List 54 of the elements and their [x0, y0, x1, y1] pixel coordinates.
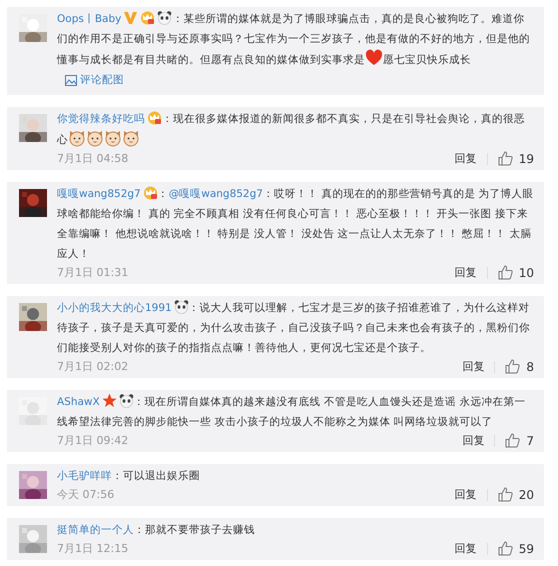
- thumbs-up-icon: [505, 359, 520, 374]
- comment-text: AShawX ：现在所谓自媒体真的越来越没有底线 不管是吃人血馒头还是造谣 永远冲在第一线希望法律完善的脚步能快一些 攻击小孩子的垃圾人不能称之为媒体 叫网络垃圾就可以了: [57, 392, 534, 432]
- username-link[interactable]: 小小的我大大的心1991: [57, 302, 172, 314]
- comment-time: 7月1日 02:02: [57, 359, 130, 374]
- like-button[interactable]: 10: [498, 265, 534, 280]
- username-link[interactable]: AShawX: [57, 396, 100, 408]
- star-icon: [102, 392, 117, 408]
- username-link[interactable]: 你觉得辣条好吃吗: [57, 112, 145, 124]
- heart-icon: [365, 49, 383, 67]
- crown-badge-icon: [147, 110, 162, 124]
- panda-icon: [157, 10, 172, 25]
- like-button[interactable]: 20: [498, 487, 534, 502]
- reply-link[interactable]: 回复: [462, 433, 484, 448]
- comment-text: 你觉得辣条好吃吗 ：现在很多媒体报道的新闻很多都不真实，只是在引导社会舆论，真的很恶心: [57, 108, 534, 150]
- comment-text: 小小的我大大的心1991 ：说大人我可以理解，七宝才是三岁的孩子招谁惹谁了，为什么这样对待孩子，孩子是天真可爱的，为什么攻击孩子，自己没孩子吗？自己未来也会有孩子的，黑粉们你们能接受别人对你的孩子的指指点点嘛！善待他人，更何况七宝还是个孩子。: [57, 298, 534, 358]
- comment-text: 小毛驴咩咩：可以退出娱乐圈: [57, 468, 201, 484]
- reply-link[interactable]: 回复: [454, 265, 477, 280]
- thumbs-up-icon: [498, 151, 513, 166]
- like-button[interactable]: 59: [498, 541, 534, 556]
- reply-link[interactable]: 回复: [454, 151, 477, 166]
- username-link[interactable]: Oops丨Baby: [57, 13, 122, 25]
- crown-badge-icon: [140, 10, 156, 25]
- comment-text: 嘎嘎wang852g7 ：@嘎嘎wang852g7：哎呀！！ 真的现在的的那些营销号真的是 为了博人眼球啥都能给你编！ 真的 完全不顾真相 没有任何良心可言！！ 恶心至极！！！ 开头一张图 接下来全靠编嘛！ 他想说啥就说啥！！ 特别是 没人管！ 没处告 这一点让人太无奈了！！ 憋屈！！ 太膈应人！: [57, 184, 534, 264]
- reply-link[interactable]: 回复: [454, 487, 477, 502]
- comment-time: 7月1日 04:58: [57, 151, 130, 166]
- thumbs-up-icon: [505, 433, 520, 448]
- like-button[interactable]: 19: [498, 151, 534, 166]
- panda-icon: [118, 392, 134, 408]
- comment-time: 7月1日 01:31: [57, 265, 130, 280]
- verified-badge-icon: [123, 10, 138, 25]
- reply-link[interactable]: 回复: [462, 359, 484, 374]
- comment-time: 7月1日 12:15: [57, 541, 130, 556]
- like-button[interactable]: 7: [505, 433, 534, 448]
- cat-face-icon: [68, 128, 86, 146]
- cat-face-icon: [104, 128, 122, 146]
- thumbs-up-icon: [498, 487, 513, 502]
- crown-badge-icon: [142, 184, 158, 200]
- cat-face-icon: [86, 128, 104, 146]
- comment-text: 挺简单的一个人：那就不要带孩子去赚钱: [57, 522, 256, 538]
- like-button[interactable]: 8: [505, 359, 534, 374]
- comment-time: 今天 07:56: [57, 487, 116, 502]
- reply-link[interactable]: 回复: [454, 541, 477, 556]
- thumbs-up-icon: [498, 541, 513, 556]
- mention-link[interactable]: @嘎嘎wang852g7: [168, 188, 263, 200]
- comment-time: 7月1日 09:42: [57, 433, 130, 448]
- username-link[interactable]: 挺简单的一个人: [57, 524, 134, 536]
- cat-face-icon: [122, 128, 140, 146]
- image-icon: [65, 74, 77, 86]
- username-link[interactable]: 小毛驴咩咩: [57, 470, 112, 482]
- comment-image-link[interactable]: 评论配图: [65, 70, 124, 90]
- panda-icon: [174, 298, 189, 314]
- comment-text: Oops丨Baby ：某些所谓的媒体就是为了博眼球骗点击，真的是良心被狗吃了。难道你们的作用不是正确引导与还原事实吗？七宝作为一个三岁孩子，他是有做的不好的地方，但是他的懂事与成长都是有目共睹的。但愿有点良知的媒体做到实事求是 愿七宝贝快乐成长 评论配图: [57, 9, 534, 92]
- thumbs-up-icon: [498, 265, 513, 280]
- username-link[interactable]: 嘎嘎wang852g7: [57, 188, 141, 200]
